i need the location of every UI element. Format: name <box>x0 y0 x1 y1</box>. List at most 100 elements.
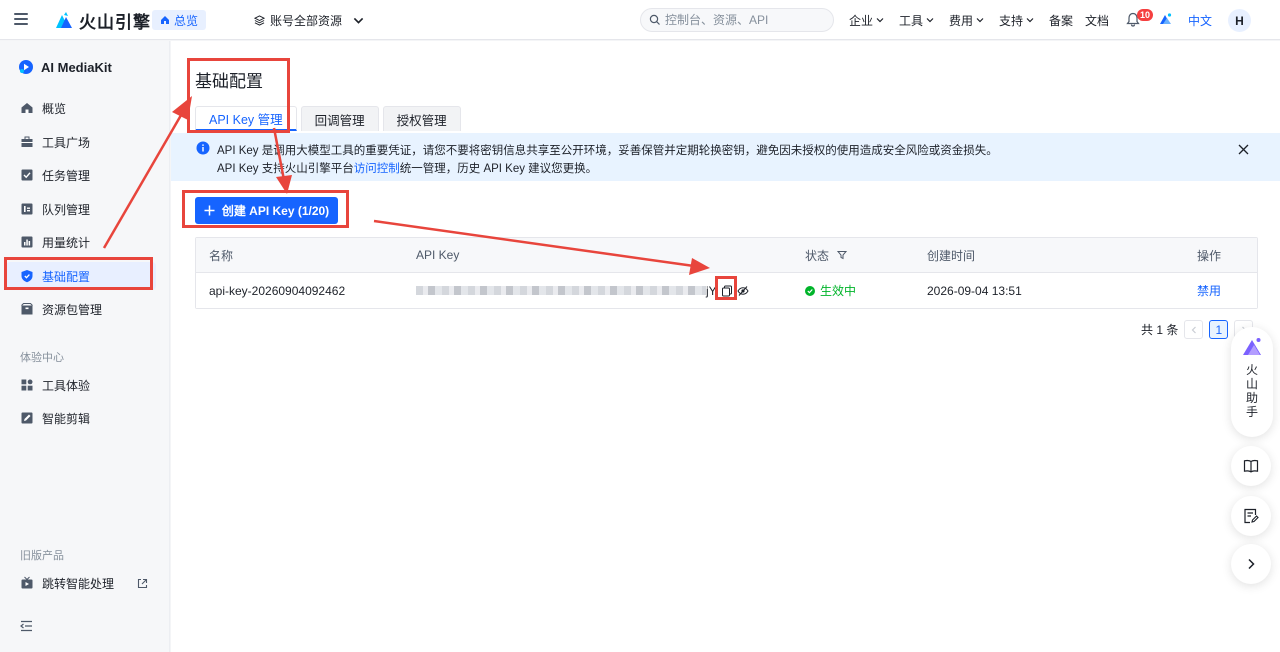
brand[interactable]: 火山引擎 <box>54 9 151 32</box>
column-header-name: 名称 <box>209 248 234 263</box>
task-icon <box>21 169 33 181</box>
sidebar-item-overview[interactable]: 概览 <box>6 94 156 122</box>
edit-icon <box>21 412 33 424</box>
api-key-tail: jY <box>706 283 717 298</box>
chevron-down-icon <box>926 18 934 23</box>
chevron-down-icon <box>876 18 884 23</box>
copy-icon[interactable] <box>721 285 733 297</box>
info-icon <box>196 141 210 155</box>
book-icon <box>1243 459 1259 473</box>
access-control-link[interactable]: 访问控制 <box>354 163 400 175</box>
check-circle-icon <box>805 285 815 296</box>
expand-fab[interactable] <box>1231 544 1271 584</box>
api-key-value: jY <box>416 273 749 308</box>
close-icon[interactable] <box>1238 144 1249 155</box>
tab-callback[interactable]: 回调管理 <box>300 106 379 131</box>
column-header-created: 创建时间 <box>927 248 976 263</box>
sidebar: AI MediaKit 概览 工具广场 任务管理 队列管理 用量统计 基础配置 … <box>0 41 170 652</box>
nav-docs[interactable]: 文档 <box>1085 12 1109 28</box>
sidebar-item-label: 工具广场 <box>42 135 91 150</box>
nav-tools[interactable]: 工具 <box>899 12 934 28</box>
sidebar-item-label: 队列管理 <box>42 202 91 217</box>
mediakit-logo-icon <box>19 60 33 74</box>
table-row: api-key-20260904092462 jY 生效中 2026-09-04… <box>196 273 1257 308</box>
disable-button[interactable]: 禁用 <box>1197 273 1221 308</box>
account-scope-dropdown[interactable]: 账号全部资源 <box>254 11 364 29</box>
sidebar-item-queues[interactable]: 队列管理 <box>6 195 156 223</box>
main-content: 基础配置 API Key 管理 回调管理 授权管理 API Key 是调用大模型… <box>171 41 1280 652</box>
avatar[interactable]: H <box>1228 9 1251 32</box>
collapse-sidebar-icon[interactable] <box>20 620 33 632</box>
product-header: AI MediaKit <box>18 59 112 75</box>
column-header-status-label: 状态 <box>805 248 830 263</box>
volcano-assistant-icon <box>1243 338 1261 355</box>
status-badge: 生效中 <box>805 273 856 308</box>
create-api-key-label: 创建 API Key (1/20) <box>221 204 330 218</box>
column-header-api-key: API Key <box>416 248 460 262</box>
alert-line2-suffix: 统一管理，历史 API Key 建议您更换。 <box>399 163 598 175</box>
tab-api-key[interactable]: API Key 管理 <box>195 106 297 131</box>
home-button[interactable]: 总览 <box>152 10 207 30</box>
feedback-fab[interactable] <box>1231 496 1271 536</box>
sidebar-item-label: 任务管理 <box>42 168 91 183</box>
shield-icon <box>21 270 33 283</box>
sidebar-item-tool-square[interactable]: 工具广场 <box>6 128 156 156</box>
nav-tools-label: 工具 <box>899 13 924 28</box>
created-time: 2026-09-04 13:51 <box>927 283 1022 298</box>
prev-page-button[interactable] <box>1184 320 1204 339</box>
assistant-panel[interactable]: 火山助手 <box>1231 327 1273 437</box>
sidebar-item-legacy-processing[interactable]: 跳转智能处理 <box>6 569 156 597</box>
nav-billing[interactable]: 费用 <box>949 12 984 28</box>
nav-filing-label: 备案 <box>1049 13 1074 28</box>
menu-icon[interactable] <box>14 13 28 25</box>
language-switch[interactable]: 中文 <box>1188 12 1212 29</box>
eye-off-icon[interactable] <box>737 285 749 297</box>
assistant-label: 火山助手 <box>1246 363 1259 419</box>
chevron-down-icon <box>353 17 364 24</box>
sidebar-item-usage[interactable]: 用量统计 <box>6 228 156 256</box>
alert-line2-prefix: API Key 支持火山引擎平台 <box>217 163 354 175</box>
chart-icon <box>21 236 33 248</box>
nav-filing[interactable]: 备案 <box>1049 12 1073 28</box>
sidebar-item-label: 基础配置 <box>42 269 91 284</box>
sidebar-item-label: 智能剪辑 <box>42 411 91 426</box>
chevron-left-icon <box>1191 326 1196 333</box>
queue-icon <box>21 203 33 215</box>
chevron-right-icon <box>1248 558 1255 570</box>
top-bar: 火山引擎 总览 账号全部资源 企业 工具 费用 支持 备案 文档 10 中文 H <box>0 0 1280 40</box>
section-title-legacy: 旧版产品 <box>20 550 64 562</box>
chevron-down-icon <box>1026 18 1034 23</box>
docs-fab[interactable] <box>1231 446 1271 486</box>
create-api-key-button[interactable]: 创建 API Key (1/20) <box>195 197 338 224</box>
sidebar-item-tool-trial[interactable]: 工具体验 <box>6 371 156 399</box>
sidebar-item-label: 跳转智能处理 <box>42 576 115 591</box>
masked-key <box>416 286 706 295</box>
tab-authorization[interactable]: 授权管理 <box>382 106 461 131</box>
cloud-assistant-icon[interactable] <box>1157 12 1173 26</box>
search-input[interactable] <box>665 13 825 27</box>
account-scope-label: 账号全部资源 <box>270 13 343 28</box>
sidebar-item-basic-config[interactable]: 基础配置 <box>6 262 156 290</box>
nav-docs-label: 文档 <box>1085 13 1110 28</box>
search-box[interactable] <box>640 8 834 32</box>
page-title: 基础配置 <box>195 72 263 91</box>
package-icon <box>21 303 33 315</box>
tab-bar: API Key 管理 回调管理 授权管理 <box>195 106 461 131</box>
api-key-table: 名称 API Key 状态 创建时间 操作 api-key-2026090409… <box>195 237 1258 309</box>
tv-icon <box>21 576 33 589</box>
nav-support[interactable]: 支持 <box>999 12 1034 28</box>
sidebar-item-tasks[interactable]: 任务管理 <box>6 161 156 189</box>
sidebar-item-smart-edit[interactable]: 智能剪辑 <box>6 404 156 432</box>
nav-enterprise[interactable]: 企业 <box>849 12 884 28</box>
page-button-1[interactable]: 1 <box>1209 320 1229 339</box>
toolbox-icon <box>21 136 33 147</box>
column-header-actions: 操作 <box>1197 248 1222 263</box>
sidebar-item-label: 工具体验 <box>42 378 91 393</box>
product-name: AI MediaKit <box>41 59 112 75</box>
api-key-name: api-key-20260904092462 <box>209 283 346 298</box>
filter-icon[interactable] <box>837 250 848 260</box>
sidebar-item-packages[interactable]: 资源包管理 <box>6 295 156 323</box>
note-edit-icon <box>1244 508 1259 524</box>
sidebar-item-label: 资源包管理 <box>42 302 103 317</box>
section-title-experience: 体验中心 <box>20 352 64 364</box>
